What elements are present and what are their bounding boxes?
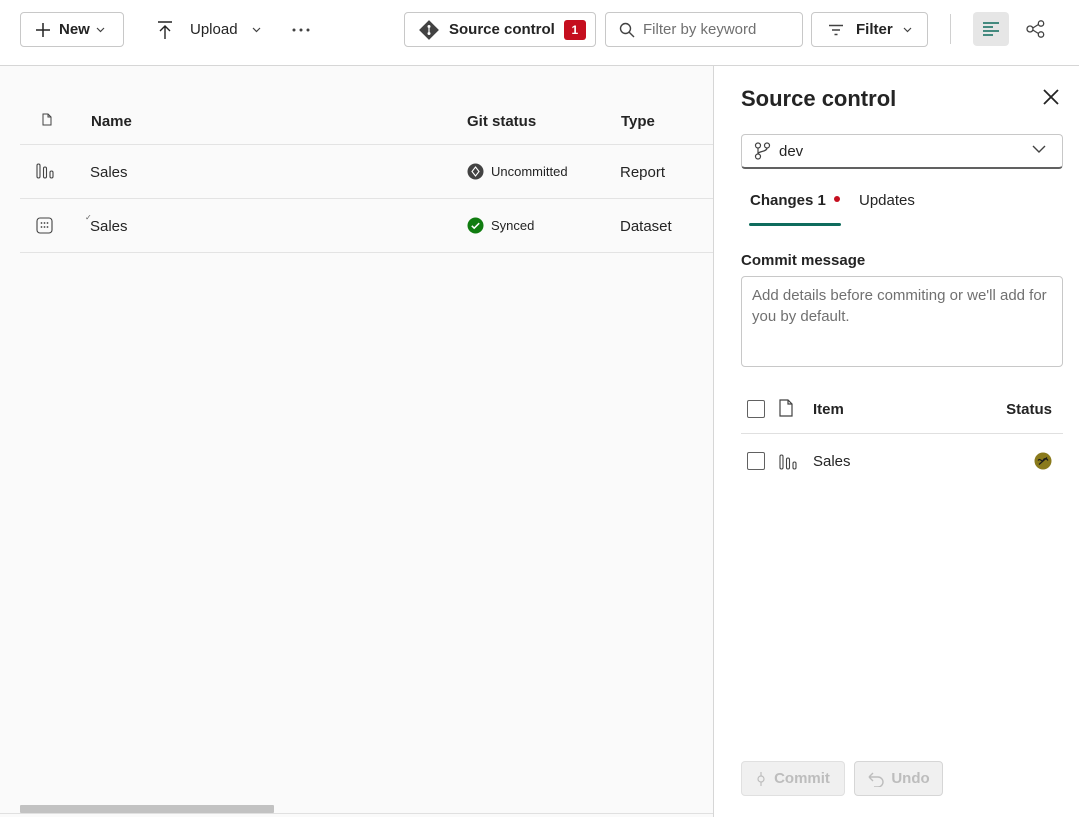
- chevron-down-icon: [96, 27, 105, 32]
- chevron-down-icon: [903, 27, 912, 32]
- items-list-header: Item Status: [741, 388, 1063, 434]
- undo-button-label: Undo: [891, 770, 930, 787]
- undo-icon: [868, 772, 884, 787]
- list-view-button[interactable]: [973, 12, 1009, 46]
- filter-button-label: Filter: [856, 21, 893, 38]
- upload-icon: [158, 20, 172, 39]
- git-icon: [419, 19, 439, 40]
- uncommitted-icon: [467, 163, 484, 180]
- branch-icon: [754, 142, 771, 160]
- upload-button-label: Upload: [190, 21, 238, 38]
- workspace-items-table: Name Git status Type Sales Uncommitted R…: [20, 94, 713, 253]
- active-tab-indicator: [749, 223, 841, 226]
- dataset-icon: [36, 217, 53, 234]
- undo-button[interactable]: Undo: [854, 761, 943, 796]
- table-header: Name Git status Type: [20, 94, 713, 145]
- changes-count-badge: 1: [563, 19, 586, 40]
- branch-dropdown[interactable]: dev: [741, 134, 1063, 169]
- filter-button[interactable]: Filter: [811, 12, 928, 47]
- type-column-header[interactable]: Type: [621, 113, 655, 130]
- source-control-label: Source control: [449, 21, 555, 38]
- branch-name: dev: [779, 142, 804, 160]
- search-icon: [619, 22, 635, 37]
- horizontal-scrollbar[interactable]: [20, 805, 274, 813]
- toolbar: New Upload Source control 1 Filter: [0, 0, 1079, 66]
- item-name[interactable]: Sales: [90, 164, 128, 181]
- chevron-down-icon: [252, 27, 260, 32]
- new-button[interactable]: New: [20, 12, 124, 47]
- commit-message-input[interactable]: [752, 285, 1052, 358]
- name-column-header[interactable]: Name: [91, 113, 132, 130]
- item-column-header: Item: [813, 401, 844, 418]
- item-name[interactable]: Sales: [90, 218, 128, 235]
- pending-changes-dot: [833, 196, 840, 202]
- commit-message-box: [741, 276, 1063, 367]
- item-checkbox[interactable]: [747, 452, 765, 470]
- tab-updates[interactable]: Updates: [859, 192, 915, 209]
- upload-button[interactable]: Upload: [150, 12, 270, 47]
- git-status-column-header[interactable]: Git status: [467, 113, 536, 130]
- list-view-icon: [983, 22, 999, 36]
- toolbar-divider: [950, 14, 951, 44]
- synced-check-icon: [467, 217, 484, 234]
- divider: [0, 813, 713, 814]
- item-type: Dataset: [620, 218, 672, 235]
- lineage-view-button[interactable]: [1018, 12, 1054, 46]
- modified-status-icon: [1034, 452, 1052, 470]
- close-icon[interactable]: [1040, 86, 1062, 108]
- plus-icon: [36, 22, 50, 37]
- status-column-header: Status: [1006, 401, 1052, 418]
- item-type: Report: [620, 164, 666, 181]
- chevron-down-icon: [1032, 145, 1046, 153]
- file-type-icon: [42, 113, 52, 126]
- panel-title: Source control: [741, 86, 897, 111]
- more-icon: [292, 28, 310, 31]
- more-options-button[interactable]: [286, 12, 316, 47]
- lineage-icon: [1026, 20, 1045, 38]
- commit-message-label: Commit message: [741, 252, 866, 269]
- list-item[interactable]: Sales: [741, 436, 1063, 486]
- search-box: [605, 12, 803, 47]
- table-row[interactable]: Sales Uncommitted Report: [20, 145, 713, 199]
- new-button-label: New: [59, 21, 90, 38]
- source-control-button[interactable]: Source control 1: [404, 12, 596, 47]
- git-status-text: Synced: [491, 218, 535, 233]
- git-status-cell: Uncommitted: [467, 163, 568, 180]
- git-status-text: Uncommitted: [491, 164, 568, 179]
- report-icon: [779, 454, 797, 470]
- select-all-checkbox[interactable]: [747, 400, 765, 418]
- git-status-cell: Synced: [467, 217, 534, 234]
- filter-icon: [829, 24, 843, 35]
- source-control-panel: Source control dev Changes 1 Updates Com…: [713, 66, 1079, 817]
- file-type-icon: [779, 399, 793, 417]
- table-row[interactable]: ✓ Sales Synced Dataset: [20, 199, 713, 253]
- commit-icon: [757, 771, 765, 786]
- tab-changes[interactable]: Changes 1: [750, 192, 840, 209]
- report-icon: [36, 163, 54, 179]
- item-name: Sales: [813, 453, 851, 470]
- commit-button-label: Commit: [774, 770, 830, 787]
- commit-button[interactable]: Commit: [741, 761, 845, 796]
- tab-changes-label: Changes 1: [750, 192, 826, 209]
- filter-keyword-input[interactable]: [643, 21, 793, 38]
